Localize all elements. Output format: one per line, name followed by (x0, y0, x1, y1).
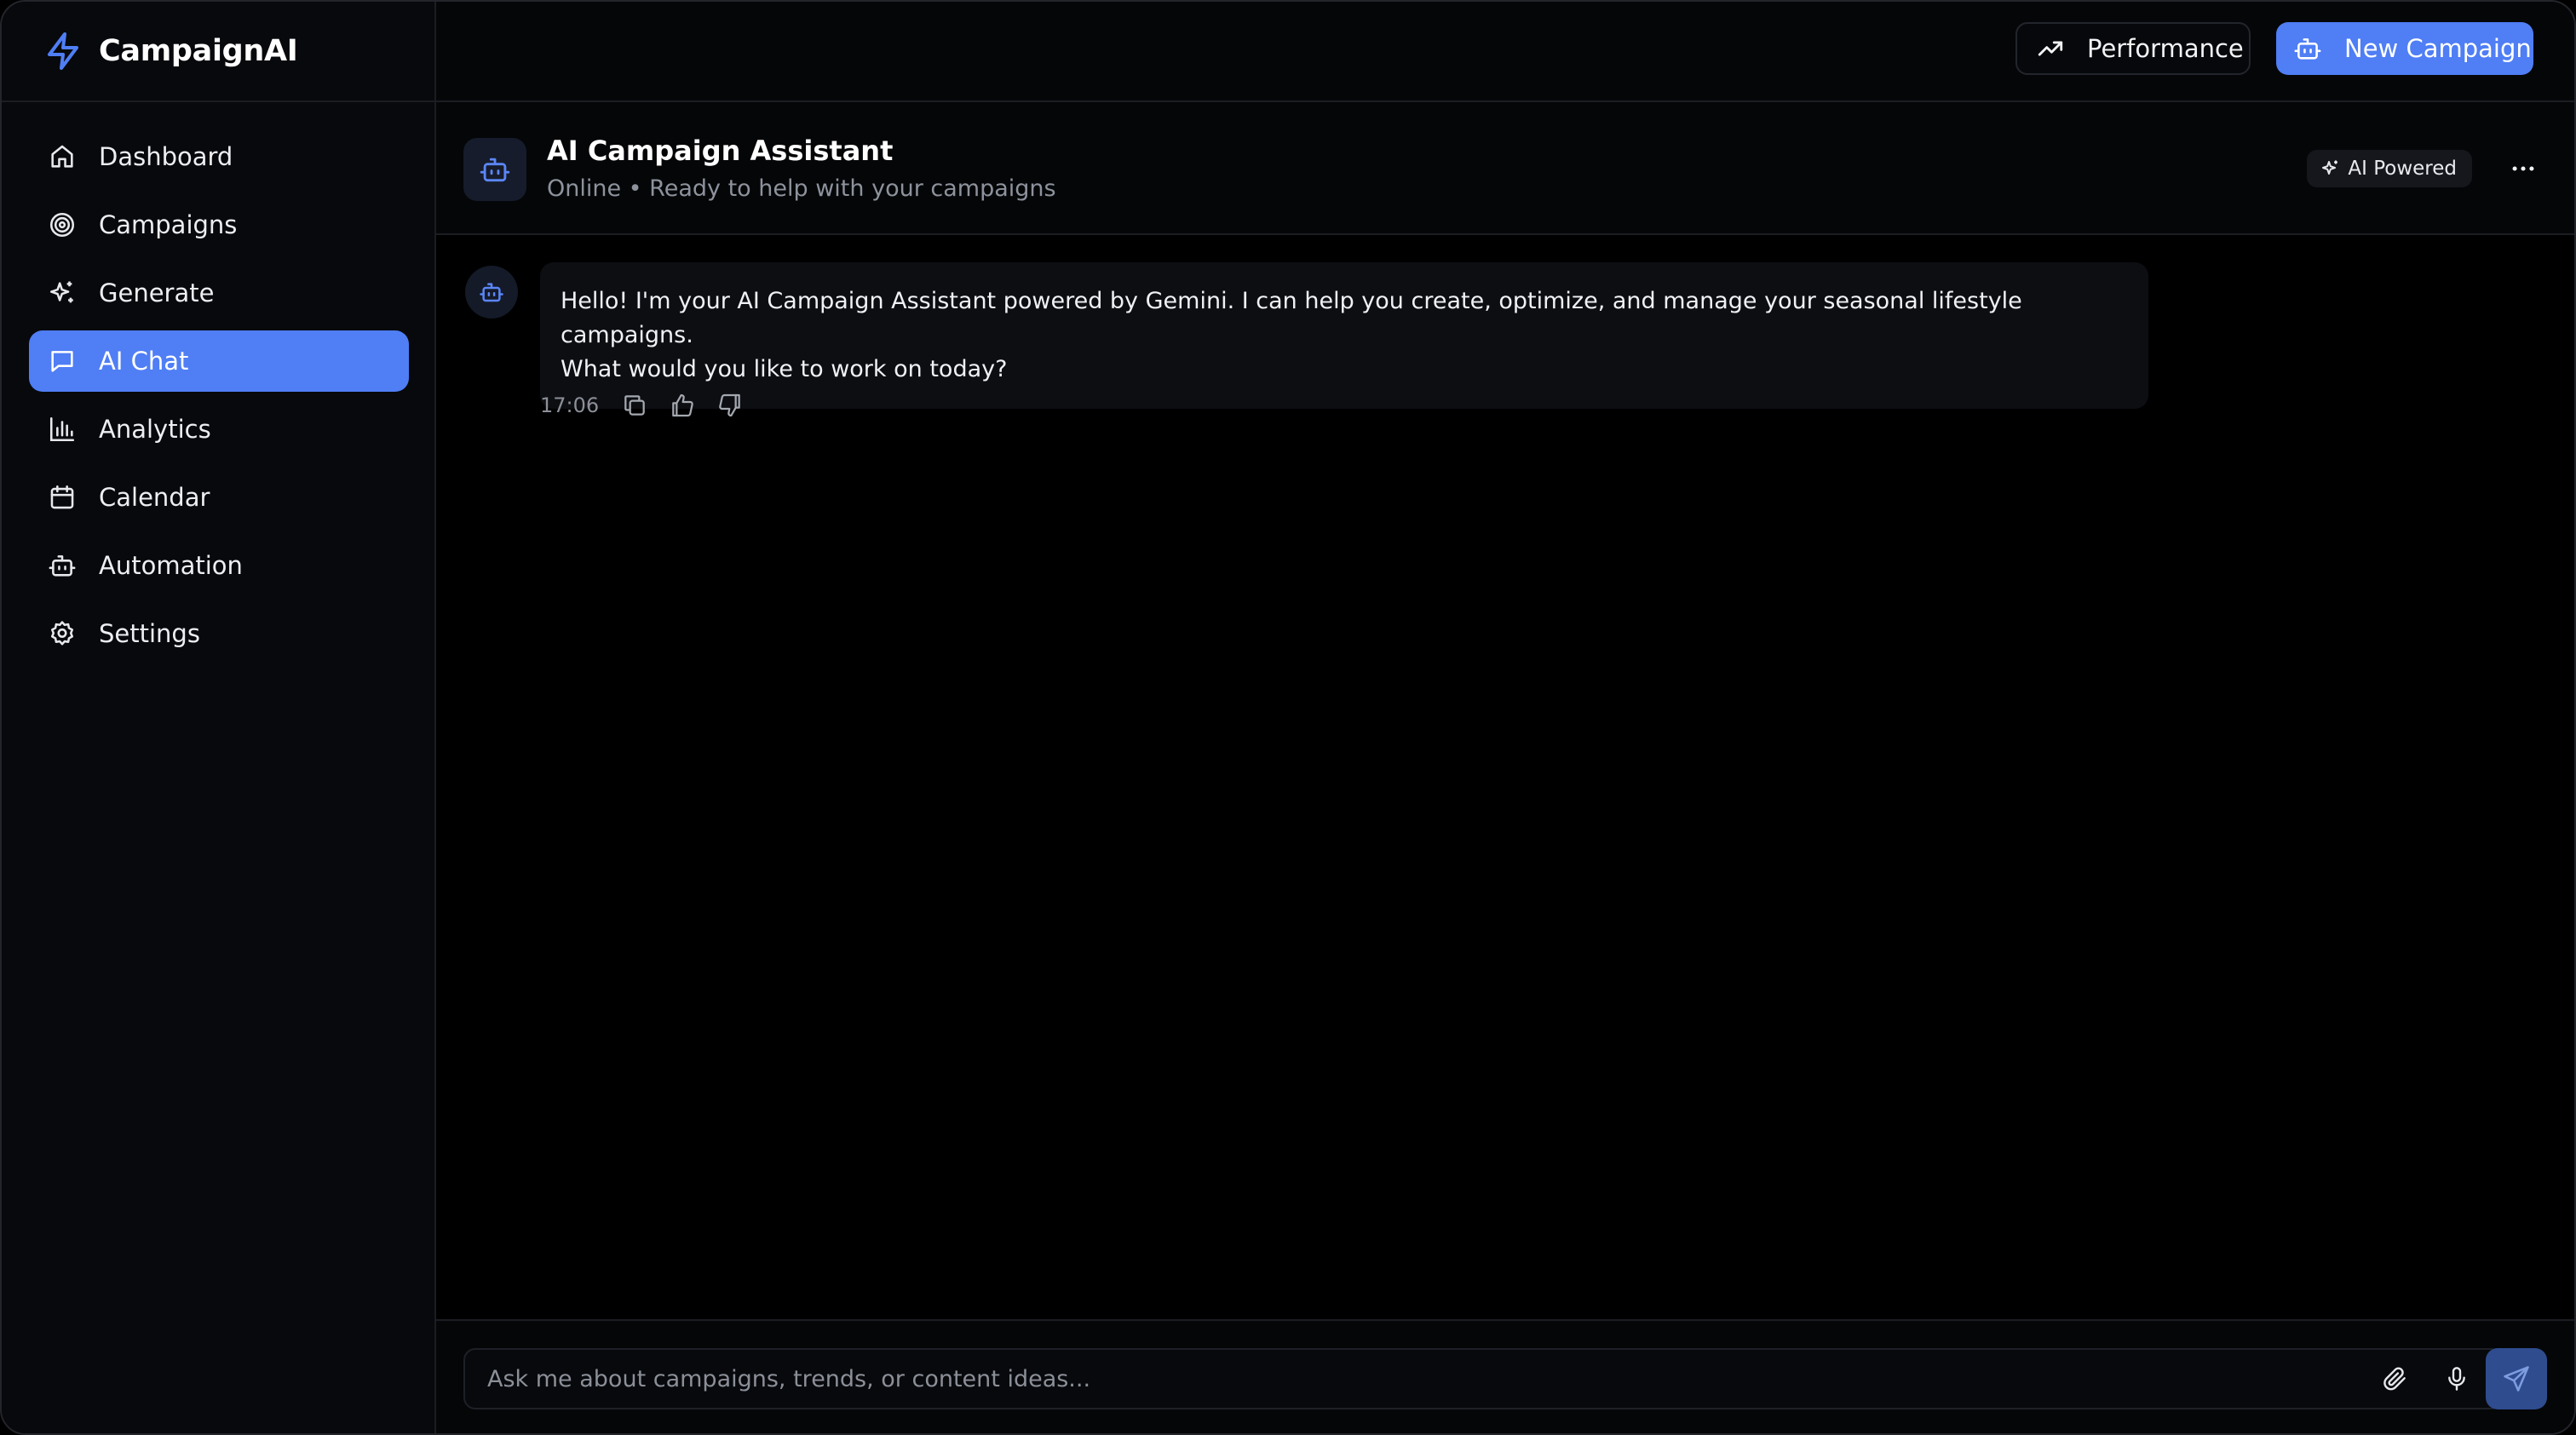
calendar-icon (48, 483, 77, 512)
assistant-message-avatar (465, 266, 518, 319)
sidebar-item-dashboard[interactable]: Dashboard (29, 126, 409, 187)
more-horizontal-icon (2509, 154, 2538, 183)
thumbs-up-icon (669, 392, 696, 419)
assistant-title: AI Campaign Assistant (547, 135, 894, 167)
new-campaign-label: New Campaign (2344, 34, 2532, 63)
sidebar: CampaignAI Dashboard Campaigns Generate … (2, 2, 436, 1433)
sidebar-item-label: Settings (99, 619, 200, 648)
sidebar-item-label: Generate (99, 278, 215, 307)
more-options-button[interactable] (2506, 153, 2540, 184)
performance-label: Performance (2087, 34, 2244, 63)
sidebar-item-label: Dashboard (99, 142, 233, 171)
chat-header: AI Campaign Assistant Online • Ready to … (436, 102, 2574, 235)
chat-input-container (463, 1348, 2503, 1409)
sidebar-item-campaigns[interactable]: Campaigns (29, 194, 409, 255)
chat-input-bar (436, 1319, 2574, 1433)
copy-button[interactable] (618, 388, 652, 422)
sidebar-item-analytics[interactable]: Analytics (29, 399, 409, 460)
sidebar-item-label: Campaigns (99, 210, 238, 239)
sparkles-icon (2320, 158, 2341, 179)
assistant-avatar (463, 138, 526, 201)
sidebar-item-automation[interactable]: Automation (29, 535, 409, 596)
sidebar-item-calendar[interactable]: Calendar (29, 467, 409, 528)
sidebar-item-settings[interactable]: Settings (29, 603, 409, 664)
gear-icon (48, 619, 77, 648)
assistant-message-bubble: Hello! I'm your AI Campaign Assistant po… (540, 262, 2148, 409)
voice-input-button[interactable] (2440, 1362, 2474, 1396)
bot-icon (479, 279, 504, 305)
new-campaign-button[interactable]: New Campaign (2276, 22, 2533, 75)
message-timestamp: 17:06 (540, 393, 600, 417)
sidebar-item-generate[interactable]: Generate (29, 262, 409, 324)
copy-icon (621, 392, 648, 419)
paperclip-icon (2382, 1365, 2409, 1392)
bar-chart-icon (48, 415, 77, 444)
ai-powered-badge: AI Powered (2307, 150, 2472, 187)
send-icon (2502, 1364, 2531, 1393)
target-icon (48, 210, 77, 239)
bot-icon (48, 551, 77, 580)
sidebar-item-ai-chat[interactable]: AI Chat (29, 330, 409, 392)
thumbs-down-icon (716, 392, 744, 419)
sidebar-item-label: AI Chat (99, 347, 189, 376)
sparkles-icon (48, 278, 77, 307)
sidebar-item-label: Analytics (99, 415, 211, 444)
assistant-status: Online • Ready to help with your campaig… (547, 175, 1056, 202)
sidebar-nav: Dashboard Campaigns Generate AI Chat Ana… (29, 126, 409, 671)
home-icon (48, 142, 77, 171)
message-text-line: What would you like to work on today? (561, 356, 1008, 382)
app-window: CampaignAI Dashboard Campaigns Generate … (0, 0, 2576, 1435)
message-meta: 17:06 (540, 388, 761, 422)
microphone-icon (2443, 1365, 2470, 1392)
trending-up-icon (2036, 34, 2065, 63)
chat-icon (48, 347, 77, 376)
message-list: Hello! I'm your AI Campaign Assistant po… (436, 235, 2574, 1319)
thumbs-down-button[interactable] (713, 388, 747, 422)
send-button[interactable] (2486, 1348, 2547, 1409)
topbar: Performance New Campaign (436, 2, 2574, 102)
thumbs-up-button[interactable] (665, 388, 699, 422)
brand[interactable]: CampaignAI (2, 2, 434, 102)
bot-icon (2293, 34, 2322, 63)
lightning-logo-icon (43, 31, 83, 72)
bot-icon (479, 153, 511, 186)
brand-name: CampaignAI (99, 34, 298, 68)
sidebar-item-label: Calendar (99, 483, 210, 512)
message-text-line: Hello! I'm your AI Campaign Assistant po… (561, 288, 2022, 348)
performance-button[interactable]: Performance (2015, 22, 2251, 75)
sidebar-item-label: Automation (99, 551, 243, 580)
ai-powered-label: AI Powered (2348, 158, 2457, 180)
attach-button[interactable] (2378, 1362, 2412, 1396)
chat-input[interactable] (486, 1364, 2378, 1393)
